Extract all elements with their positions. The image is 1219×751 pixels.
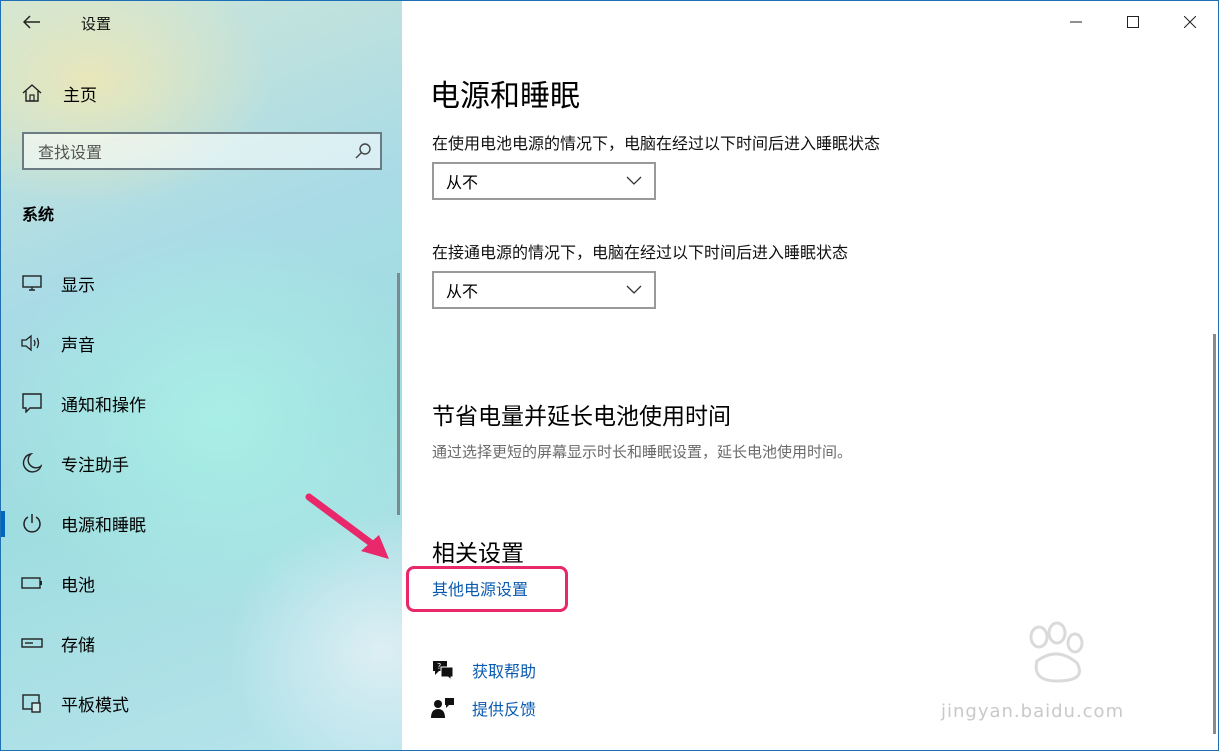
page-title: 电源和睡眠 — [430, 79, 580, 114]
sidebar-item-sound[interactable]: 声音 — [1, 321, 396, 365]
close-button[interactable] — [1170, 7, 1210, 37]
tablet-icon — [21, 692, 43, 714]
sidebar-item-label: 通知和操作 — [61, 395, 146, 416]
speaker-icon — [21, 332, 43, 354]
annotation-arrow — [305, 493, 389, 559]
chevron-down-icon — [626, 285, 642, 294]
notification-icon — [21, 392, 43, 414]
sidebar-item-notifications[interactable]: 通知和操作 — [1, 381, 396, 425]
other-power-settings-link[interactable]: 其他电源设置 — [432, 576, 528, 600]
search-placeholder: 查找设置 — [38, 143, 103, 162]
battery-sleep-dropdown[interactable]: 从不 — [432, 162, 656, 200]
related-settings-heading: 相关设置 — [432, 541, 524, 567]
save-power-description: 通过选择更短的屏幕显示时长和睡眠设置，延长电池使用时间。 — [432, 443, 853, 461]
power-icon — [21, 512, 43, 534]
maximize-button[interactable] — [1113, 7, 1153, 37]
back-button[interactable] — [17, 9, 47, 35]
content-scrollbar[interactable] — [1213, 334, 1216, 734]
sidebar-item-storage[interactable]: 存储 — [1, 621, 396, 665]
monitor-icon — [21, 272, 43, 294]
save-power-heading: 节省电量并延长电池使用时间 — [432, 404, 731, 430]
battery-sleep-label: 在使用电池电源的情况下，电脑在经过以下时间后进入睡眠状态 — [432, 134, 881, 153]
minimize-button[interactable] — [1056, 7, 1096, 37]
feedback-person-icon — [430, 696, 456, 720]
sidebar-item-label: 主页 — [63, 85, 97, 106]
sidebar-item-label: 电池 — [61, 575, 95, 596]
storage-icon — [21, 632, 43, 654]
home-icon — [22, 84, 42, 102]
search-input[interactable]: 查找设置 — [22, 132, 382, 170]
plugged-sleep-label: 在接通电源的情况下，电脑在经过以下时间后进入睡眠状态 — [432, 243, 849, 262]
minimize-icon — [1070, 21, 1082, 23]
search-icon — [355, 143, 371, 159]
sidebar: 设置 主页 查找设置 系统 显示 声音 通知和操作 专注助手 电源和睡眠 电池 … — [1, 1, 402, 750]
back-arrow-icon — [23, 15, 40, 29]
sidebar-item-display[interactable]: 显示 — [1, 261, 396, 305]
plugged-sleep-dropdown[interactable]: 从不 — [432, 271, 656, 309]
section-title: 系统 — [22, 205, 55, 224]
moon-icon — [21, 452, 43, 474]
sidebar-item-label: 存储 — [61, 635, 95, 656]
help-chat-icon: ? — [430, 658, 456, 682]
svg-text:?: ? — [437, 662, 441, 671]
get-help-row[interactable]: ? 获取帮助 — [430, 657, 536, 683]
settings-window: 设置 主页 查找设置 系统 显示 声音 通知和操作 专注助手 电源和睡眠 电池 … — [0, 0, 1219, 751]
dropdown-value: 从不 — [446, 282, 479, 301]
maximize-icon — [1127, 16, 1139, 28]
get-help-link: 获取帮助 — [472, 662, 537, 681]
feedback-row[interactable]: 提供反馈 — [430, 695, 536, 721]
battery-icon — [21, 572, 43, 594]
close-icon — [1184, 16, 1196, 28]
sidebar-item-label: 显示 — [61, 275, 95, 296]
sidebar-item-label: 电源和睡眠 — [61, 515, 146, 536]
dropdown-value: 从不 — [446, 173, 479, 192]
sidebar-item-label: 平板模式 — [61, 695, 129, 716]
watermark-text: jingyan.baidu.com — [941, 701, 1125, 722]
sidebar-item-label: 专注助手 — [61, 455, 129, 476]
sidebar-item-home[interactable]: 主页 — [21, 79, 97, 107]
sidebar-item-label: 声音 — [61, 335, 95, 356]
sidebar-item-focus-assist[interactable]: 专注助手 — [1, 441, 396, 485]
sidebar-scrollbar[interactable] — [397, 273, 400, 515]
chevron-down-icon — [626, 176, 642, 185]
sidebar-item-tablet-mode[interactable]: 平板模式 — [1, 681, 396, 725]
feedback-link: 提供反馈 — [472, 700, 537, 719]
app-title: 设置 — [81, 15, 112, 33]
